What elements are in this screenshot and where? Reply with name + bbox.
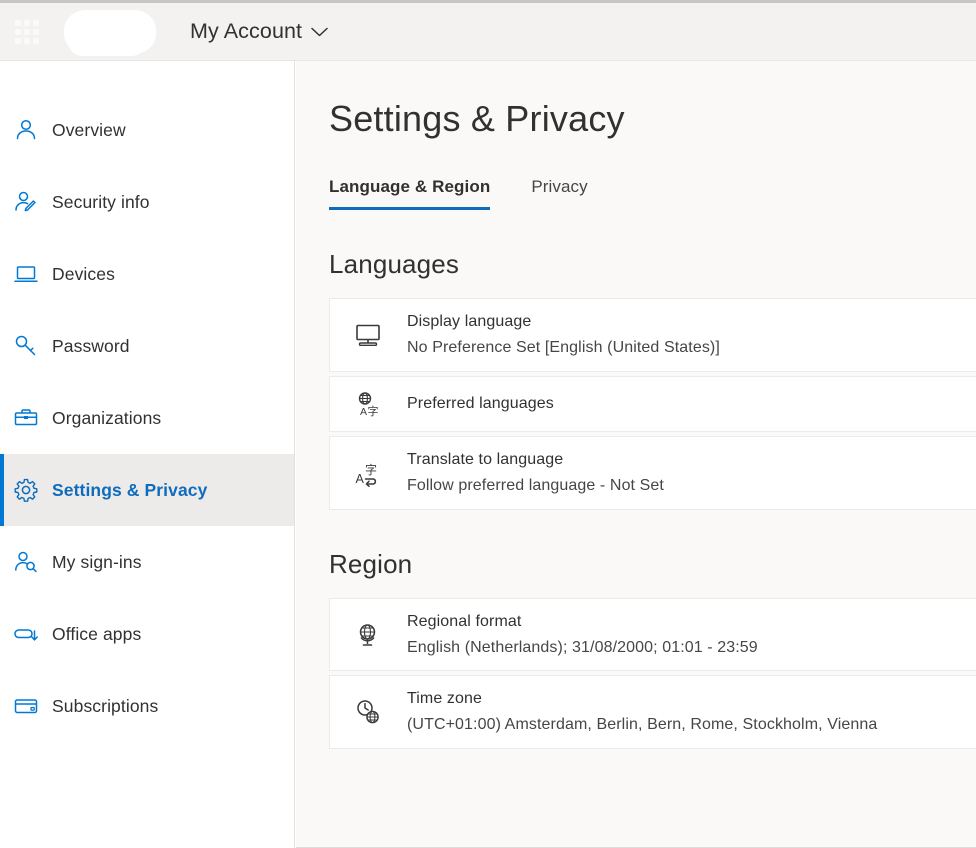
translate-icon: A 字 <box>351 456 385 490</box>
sidebar-item-label: Settings & Privacy <box>52 479 208 500</box>
page-title: Settings & Privacy <box>329 98 625 139</box>
tab-label: Privacy <box>531 177 588 196</box>
sidebar-item-label: My sign-ins <box>52 551 142 572</box>
sidebar-item-label: Security info <box>52 191 150 212</box>
svg-text:A: A <box>360 406 367 418</box>
sidebar-item-subscriptions[interactable]: Subscriptions <box>0 670 294 742</box>
person-search-icon <box>11 547 41 577</box>
card-title: Preferred languages <box>407 394 554 412</box>
sidebar-item-security-info[interactable]: Security info <box>0 166 294 238</box>
key-icon <box>11 331 41 361</box>
sidebar-item-devices[interactable]: Devices <box>0 238 294 310</box>
sidebar-item-label: Organizations <box>52 407 162 428</box>
tab-language-region[interactable]: Language & Region <box>329 177 491 210</box>
section-title-region: Region <box>329 548 413 579</box>
sidebar-item-my-sign-ins[interactable]: My sign-ins <box>0 526 294 598</box>
sidebar-item-label: Password <box>52 335 130 356</box>
app-launcher-grid-icon[interactable] <box>12 17 42 47</box>
account-menu-label: My Account <box>190 19 303 43</box>
globe-translate-icon: A 字 <box>351 387 385 421</box>
person-icon <box>11 115 41 145</box>
section-title-languages: Languages <box>329 249 460 279</box>
svg-text:字: 字 <box>368 404 379 418</box>
sidebar-item-label: Subscriptions <box>52 695 159 716</box>
sidebar-item-overview[interactable]: Overview <box>0 94 294 166</box>
desk-globe-icon <box>351 618 385 652</box>
card-text: Preferred languages <box>407 391 554 417</box>
credit-card-icon <box>11 691 41 721</box>
card-text: Translate to language Follow preferred l… <box>407 447 664 499</box>
tab-bar: Language & Region Privacy <box>329 177 976 210</box>
card-text: Display language No Preference Set [Engl… <box>407 309 720 361</box>
setting-card-time-zone[interactable]: Time zone (UTC+01:00) Amsterdam, Berlin,… <box>329 675 976 750</box>
card-title: Regional format <box>407 612 522 630</box>
card-subtitle: English (Netherlands); 31/08/2000; 01:01… <box>407 638 758 656</box>
svg-text:A: A <box>356 472 365 486</box>
region-card-list: Regional format English (Netherlands); 3… <box>329 597 976 750</box>
card-title: Time zone <box>407 690 483 708</box>
redacted-logo-blob <box>64 9 156 56</box>
sidebar-item-label: Overview <box>52 119 126 140</box>
sidebar-navigation: Overview Security info Devices Password … <box>0 61 295 848</box>
languages-card-list: Display language No Preference Set [Engl… <box>329 298 976 510</box>
monitor-icon <box>351 318 385 352</box>
app-download-icon <box>11 619 41 649</box>
card-title: Translate to language <box>407 450 564 468</box>
briefcase-icon <box>11 403 41 433</box>
tab-label: Language & Region <box>329 177 491 196</box>
sidebar-item-settings-privacy[interactable]: Settings & Privacy <box>0 454 294 526</box>
sidebar-item-password[interactable]: Password <box>0 310 294 382</box>
sidebar-item-label: Office apps <box>52 623 142 644</box>
setting-card-translate-to-language[interactable]: A 字 Translate to language Follow preferr… <box>329 435 976 510</box>
sidebar-item-organizations[interactable]: Organizations <box>0 382 294 454</box>
setting-card-preferred-languages[interactable]: A 字 Preferred languages <box>329 375 976 432</box>
svg-text:字: 字 <box>365 462 377 477</box>
card-subtitle: Follow preferred language - Not Set <box>407 476 664 494</box>
card-subtitle: (UTC+01:00) Amsterdam, Berlin, Bern, Rom… <box>407 716 878 734</box>
laptop-icon <box>11 259 41 289</box>
card-text: Regional format English (Netherlands); 3… <box>407 609 758 661</box>
sidebar-item-label: Devices <box>52 263 115 284</box>
sidebar-item-office-apps[interactable]: Office apps <box>0 598 294 670</box>
account-menu-button[interactable]: My Account <box>184 15 334 48</box>
main-content: Settings & Privacy Language & Region Pri… <box>296 61 976 848</box>
top-header-bar: My Account <box>0 0 976 61</box>
chevron-down-icon <box>311 27 328 36</box>
setting-card-display-language[interactable]: Display language No Preference Set [Engl… <box>329 298 976 372</box>
my-account-settings-page: My Account Overview Security info Device… <box>0 0 976 848</box>
tab-privacy[interactable]: Privacy <box>531 177 587 210</box>
person-edit-icon <box>11 187 41 217</box>
card-text: Time zone (UTC+01:00) Amsterdam, Berlin,… <box>407 686 877 738</box>
gear-icon <box>11 475 41 505</box>
card-subtitle: No Preference Set [English (United State… <box>407 338 720 356</box>
card-title: Display language <box>407 313 532 330</box>
clock-globe-icon <box>351 695 385 729</box>
setting-card-regional-format[interactable]: Regional format English (Netherlands); 3… <box>329 597 976 672</box>
